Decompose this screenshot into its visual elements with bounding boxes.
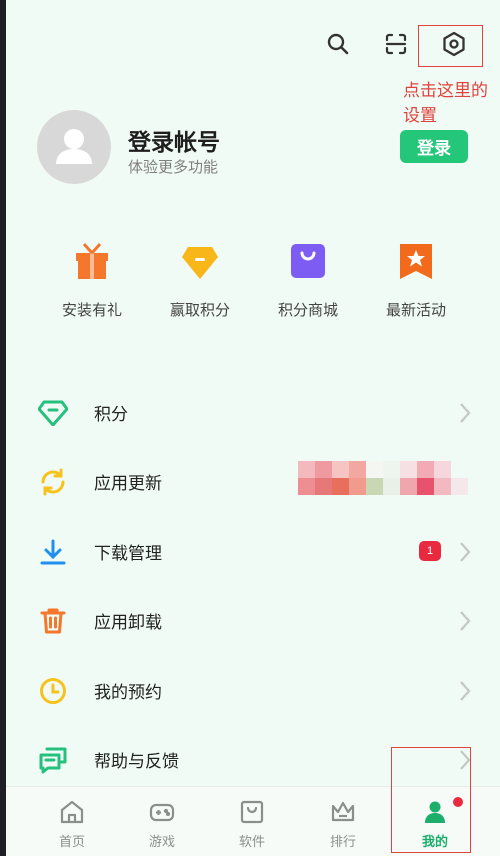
chevron-right-icon [460, 402, 471, 423]
quick-action-install-gift[interactable]: 安装有礼 [37, 241, 147, 320]
home-icon [60, 800, 84, 824]
shopping-bag-icon [291, 244, 325, 278]
menu-item-points[interactable]: 积分 [6, 378, 500, 447]
scan-icon[interactable] [380, 28, 412, 60]
clock-icon [38, 676, 68, 706]
tab-label: 软件 [238, 834, 265, 849]
menu-item-download-manager[interactable]: 下载管理 1 [6, 517, 500, 586]
menu-item-label: 下载管理 [94, 544, 162, 563]
tab-games[interactable]: 游戏 [127, 799, 197, 850]
login-account-title[interactable]: 登录帐号 [128, 123, 220, 157]
quick-action-label: 最新活动 [385, 302, 446, 319]
download-count-badge: 1 [419, 541, 441, 561]
diamond-icon [182, 247, 218, 279]
menu-item-app-uninstall[interactable]: 应用卸载 [6, 586, 500, 655]
tab-label: 游戏 [148, 834, 175, 849]
refresh-icon [38, 467, 68, 497]
menu-item-label: 帮助与反馈 [94, 752, 179, 771]
menu-item-label: 我的预约 [94, 683, 162, 702]
annotation-text-line2: 设置 [403, 106, 437, 126]
download-icon [38, 537, 68, 567]
annotation-text-line1: 点击这里的 [403, 81, 488, 101]
avatar[interactable] [37, 110, 111, 184]
profile-screen: 点击这里的 设置 登录帐号 体验更多功能 登录 安装有礼 赢取积分 积分商城 最… [6, 0, 500, 856]
quick-action-label: 积分商城 [277, 302, 338, 319]
feedback-icon [38, 745, 68, 775]
menu-item-label: 应用卸载 [94, 613, 162, 632]
pixelated-app-icons [298, 461, 468, 495]
chevron-right-icon [460, 610, 471, 631]
menu-item-label: 应用更新 [94, 474, 162, 493]
tab-label: 首页 [58, 834, 85, 849]
login-button[interactable]: 登录 [400, 130, 468, 163]
mine-tab-highlight-box [391, 747, 471, 853]
search-icon[interactable] [322, 28, 354, 60]
star-flag-icon [400, 244, 432, 279]
login-account-subtitle: 体验更多功能 [128, 159, 219, 176]
quick-action-label: 赢取积分 [169, 302, 230, 319]
bag-icon [240, 800, 264, 824]
tab-software[interactable]: 软件 [217, 799, 287, 850]
crown-icon [331, 801, 355, 822]
menu-item-app-update[interactable]: 应用更新 [6, 447, 500, 516]
quick-action-points-mall[interactable]: 积分商城 [253, 241, 363, 320]
quick-action-label: 安装有礼 [61, 302, 122, 319]
settings-highlight-box [418, 25, 483, 67]
chevron-right-icon [460, 680, 471, 701]
tab-home[interactable]: 首页 [37, 799, 107, 850]
menu-item-label: 积分 [94, 405, 128, 424]
user-avatar-icon [56, 129, 92, 164]
menu-item-my-reservations[interactable]: 我的预约 [6, 656, 500, 725]
gift-icon [76, 243, 108, 279]
tab-rankings[interactable]: 排行 [308, 799, 378, 850]
tab-label: 排行 [329, 834, 356, 849]
chevron-right-icon [460, 541, 471, 562]
diamond-outline-icon [38, 398, 68, 428]
quick-action-latest-events[interactable]: 最新活动 [361, 241, 471, 320]
trash-icon [38, 606, 68, 636]
quick-action-earn-points[interactable]: 赢取积分 [145, 241, 255, 320]
gamepad-icon [149, 803, 175, 822]
